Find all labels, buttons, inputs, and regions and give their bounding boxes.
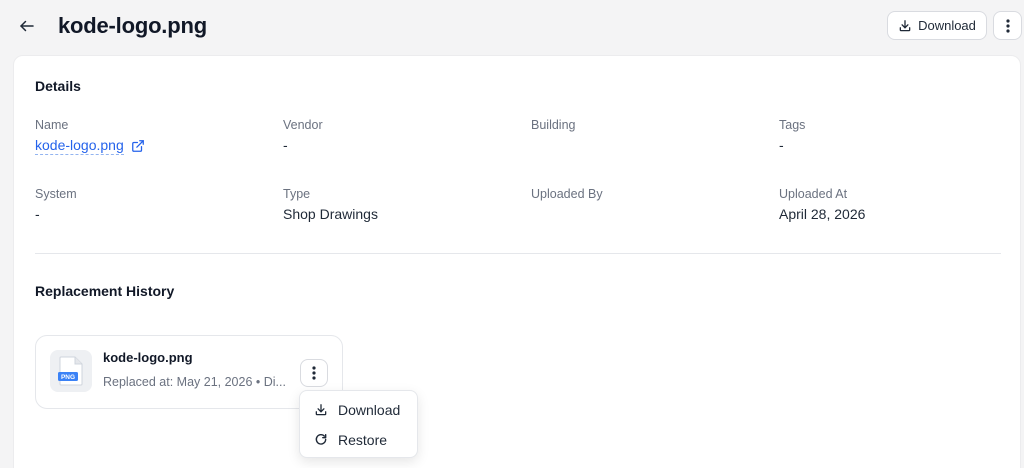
menu-item-download[interactable]: Download [300,396,417,424]
vendor-label: Vendor [283,118,323,132]
menu-item-download-label: Download [338,402,401,418]
details-card: Details Name kode-logo.png Vendor - Buil… [13,55,1021,468]
vendor-value: - [283,137,288,153]
file-thumbnail: PNG [50,350,92,392]
download-button[interactable]: Download [887,11,987,40]
download-icon [315,404,327,416]
name-label: Name [35,118,69,132]
system-value: - [35,206,40,222]
more-options-button[interactable] [993,11,1022,40]
kebab-vertical-icon [312,366,316,380]
uploaded-by-label: Uploaded By [531,187,603,201]
tags-label: Tags [779,118,806,132]
kebab-vertical-icon [1005,18,1010,33]
replacement-history-title: Replacement History [35,283,175,299]
building-label: Building [531,118,576,132]
menu-item-restore-label: Restore [338,432,388,448]
download-button-label: Download [918,18,976,33]
arrow-left-icon [20,20,34,32]
type-label: Type [283,187,311,201]
uploaded-at-value: April 28, 2026 [779,206,866,222]
name-link[interactable]: kode-logo.png [35,137,145,155]
history-file-name: kode-logo.png [103,350,193,365]
system-label: System [35,187,77,201]
type-value: Shop Drawings [283,206,378,222]
download-icon [899,19,911,31]
page-title: kode-logo.png [58,13,207,38]
png-badge-text: PNG [61,374,75,381]
history-item-more-button[interactable] [300,359,328,387]
png-file-icon: PNG [58,356,83,386]
section-divider [35,253,1001,254]
details-section-title: Details [35,78,81,94]
tags-value: - [779,137,784,153]
menu-item-restore[interactable]: Restore [300,426,417,454]
page-header: kode-logo.png Download [0,0,1024,54]
external-link-icon [131,140,144,152]
uploaded-at-label: Uploaded At [779,187,848,201]
restore-icon [315,434,327,445]
name-value: kode-logo.png [35,137,124,155]
history-file-meta: Replaced at: May 21, 2026 • Di... [103,375,286,389]
replacement-history-item: PNG kode-logo.png Replaced at: May 21, 2… [35,335,343,409]
back-button[interactable] [14,13,40,39]
history-item-context-menu: Download Restore [299,390,418,458]
